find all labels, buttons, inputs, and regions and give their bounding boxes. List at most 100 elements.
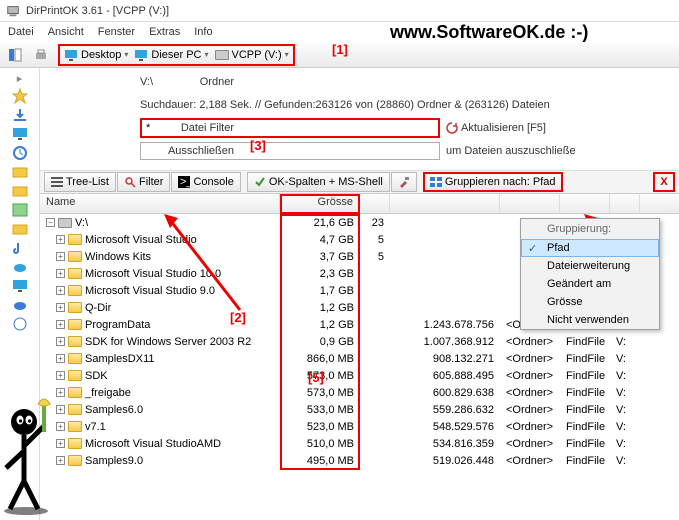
breadcrumb: Desktop▾ Dieser PC▾ VCPP (V:)▾ — [58, 44, 295, 66]
grid-header: Name Grösse — [40, 194, 679, 214]
pictures-icon[interactable] — [12, 202, 28, 218]
expander-icon[interactable]: + — [56, 337, 65, 346]
tab-okcols[interactable]: OK-Spalten + MS-Shell — [247, 172, 390, 192]
exclude-label: Ausschließen — [144, 145, 234, 157]
folder-icon[interactable] — [12, 164, 28, 180]
print-button[interactable] — [30, 44, 52, 66]
dropdown-header: Gruppierung: — [521, 219, 659, 239]
tab-treelist[interactable]: Tree-List — [44, 172, 116, 192]
menu-view[interactable]: Ansicht — [48, 26, 84, 38]
row-name: SDK for Windows Server 2003 R2 — [85, 336, 251, 348]
table-row[interactable]: +v7.1523,0 MB548.529.576<Ordner>FindFile… — [40, 418, 679, 435]
expander-icon[interactable]: + — [56, 303, 65, 312]
chevron-right-icon[interactable]: ▸ — [17, 72, 23, 85]
dropdown-item-modified[interactable]: Geändert am — [521, 275, 659, 293]
row-name: Microsoft Visual Studio 9.0 — [85, 285, 215, 297]
folder-icon — [68, 438, 82, 449]
col-name[interactable]: Name — [40, 194, 280, 213]
app-icon — [6, 4, 20, 18]
folder-icon — [68, 336, 82, 347]
refresh-button[interactable]: Aktualisieren [F5] — [446, 122, 546, 134]
folder-label: Ordner — [144, 76, 234, 88]
expander-icon[interactable]: + — [56, 235, 65, 244]
col-6[interactable] — [560, 194, 610, 213]
view-button[interactable] — [4, 44, 26, 66]
dropdown-item-path[interactable]: Pfad — [521, 239, 659, 257]
col-size[interactable]: Grösse — [280, 194, 360, 213]
table-row[interactable]: +Samples6.0533,0 MB559.286.632<Ordner>Fi… — [40, 401, 679, 418]
folder-icon — [68, 353, 82, 364]
sidebar[interactable]: ▸ — [0, 68, 40, 520]
expander-icon[interactable]: + — [56, 371, 65, 380]
menu-file[interactable]: Datei — [8, 26, 34, 38]
chevron-down-icon[interactable]: ▾ — [124, 50, 128, 59]
expander-icon[interactable]: + — [56, 354, 65, 363]
expander-icon[interactable]: + — [56, 269, 65, 278]
search-summary: Suchdauer: 2,188 Sek. // Gefunden:263126… — [140, 99, 550, 111]
onedrive-icon[interactable] — [12, 259, 28, 275]
tab-console[interactable]: >_Console — [171, 172, 240, 192]
groupby-dropdown: Gruppierung: Pfad Dateierweiterung Geänd… — [520, 218, 660, 330]
desktop-icon[interactable] — [12, 126, 28, 142]
cloud-icon[interactable] — [12, 297, 28, 313]
network-icon[interactable] — [12, 316, 28, 332]
row-name: _freigabe — [85, 387, 131, 399]
expander-icon[interactable]: + — [56, 405, 65, 414]
row-name: SDK — [85, 370, 108, 382]
table-row[interactable]: +_freigabe573,0 MB600.829.638<Ordner>Fin… — [40, 384, 679, 401]
tab-tools[interactable] — [391, 172, 417, 192]
col-4[interactable] — [390, 194, 500, 213]
folder-icon — [68, 285, 82, 296]
toolbar: Desktop▾ Dieser PC▾ VCPP (V:)▾ — [0, 42, 679, 68]
expander-icon[interactable]: + — [56, 320, 65, 329]
col-7[interactable] — [610, 194, 640, 213]
expander-icon[interactable]: + — [56, 388, 65, 397]
crumb-desktop[interactable]: Desktop▾ — [64, 49, 128, 61]
table-row[interactable]: +SDK573,0 MB605.888.495<Ordner>FindFileV… — [40, 367, 679, 384]
dropdown-item-none[interactable]: Nicht verwenden — [521, 311, 659, 329]
download-icon[interactable] — [12, 107, 28, 123]
row-name: Q-Dir — [85, 302, 111, 314]
drive-icon — [58, 218, 72, 228]
close-button[interactable]: X — [653, 172, 675, 192]
tab-filter[interactable]: Filter — [117, 172, 170, 192]
folder-icon — [68, 302, 82, 313]
dropdown-item-ext[interactable]: Dateierweiterung — [521, 257, 659, 275]
menu-extras[interactable]: Extras — [149, 26, 180, 38]
tab-groupby[interactable]: Gruppieren nach: Pfad — [423, 172, 563, 192]
titlebar: DirPrintOK 3.61 - [VCPP (V:)] — [0, 0, 679, 22]
folder-icon[interactable] — [12, 183, 28, 199]
table-row[interactable]: +Samples9.0495,0 MB519.026.448<Ordner>Fi… — [40, 452, 679, 469]
dropdown-item-size[interactable]: Grösse — [521, 293, 659, 311]
expander-icon[interactable]: + — [56, 439, 65, 448]
col-5[interactable] — [500, 194, 560, 213]
expander-icon[interactable]: + — [56, 252, 65, 261]
chevron-down-icon[interactable]: ▾ — [205, 50, 209, 59]
chevron-down-icon[interactable]: ▾ — [285, 50, 289, 59]
expander-icon[interactable]: − — [46, 218, 55, 227]
music-icon[interactable] — [12, 240, 28, 256]
expander-icon[interactable]: + — [56, 422, 65, 431]
col-3[interactable] — [360, 194, 390, 213]
expander-icon[interactable]: + — [56, 286, 65, 295]
svg-text:>_: >_ — [180, 176, 190, 188]
crumb-thispc[interactable]: Dieser PC▾ — [134, 49, 208, 61]
menu-info[interactable]: Info — [194, 26, 212, 38]
table-row[interactable]: +SDK for Windows Server 2003 R20,9 GB1.0… — [40, 333, 679, 350]
folder-icon — [68, 421, 82, 432]
menu-window[interactable]: Fenster — [98, 26, 135, 38]
expander-icon[interactable]: + — [56, 456, 65, 465]
row-name: Windows Kits — [85, 251, 151, 263]
menubar: Datei Ansicht Fenster Extras Info — [0, 22, 679, 42]
folder-icon[interactable] — [12, 221, 28, 237]
folder-icon — [68, 251, 82, 262]
thispc-icon[interactable] — [12, 278, 28, 294]
row-name: ProgramData — [85, 319, 150, 331]
folder-icon — [68, 404, 82, 415]
tabbar: Tree-List Filter >_Console OK-Spalten + … — [40, 170, 679, 194]
recent-icon[interactable] — [12, 145, 28, 161]
star-icon[interactable] — [12, 88, 28, 104]
table-row[interactable]: +Microsoft Visual StudioAMD510,0 MB534.8… — [40, 435, 679, 452]
crumb-drive[interactable]: VCPP (V:)▾ — [215, 49, 289, 61]
table-row[interactable]: +SamplesDX11866,0 MB908.132.271<Ordner>F… — [40, 350, 679, 367]
